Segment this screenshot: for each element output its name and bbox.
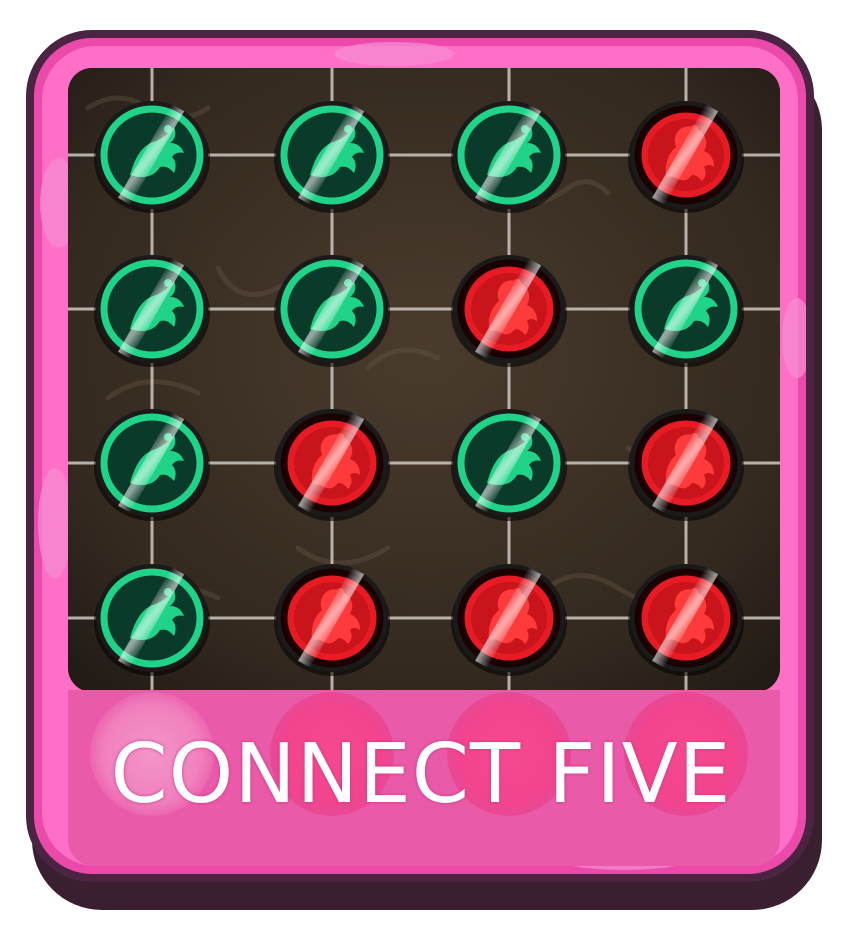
lion-emblem-icon bbox=[274, 409, 390, 521]
dragon-emblem-icon bbox=[628, 255, 744, 367]
frame-decoration bbox=[334, 42, 454, 66]
lion-emblem-icon bbox=[451, 564, 567, 676]
green-dragon-piece[interactable] bbox=[92, 403, 212, 523]
green-dragon-piece[interactable] bbox=[272, 249, 392, 369]
green-dragon-piece[interactable] bbox=[92, 95, 212, 215]
game-board[interactable] bbox=[68, 68, 780, 692]
red-lion-piece[interactable] bbox=[626, 95, 746, 215]
frame-decoration bbox=[782, 298, 806, 378]
game-title: CONNECT FIVE bbox=[110, 727, 732, 822]
lion-emblem-icon bbox=[628, 564, 744, 676]
green-dragon-piece[interactable] bbox=[626, 249, 746, 369]
lion-emblem-icon bbox=[451, 255, 567, 367]
lion-emblem-icon bbox=[274, 564, 390, 676]
dragon-emblem-icon bbox=[94, 255, 210, 367]
red-lion-piece[interactable] bbox=[272, 403, 392, 523]
red-lion-piece[interactable] bbox=[272, 558, 392, 678]
red-lion-piece[interactable] bbox=[449, 249, 569, 369]
dragon-emblem-icon bbox=[451, 409, 567, 521]
green-dragon-piece[interactable] bbox=[92, 558, 212, 678]
green-dragon-piece[interactable] bbox=[272, 95, 392, 215]
lion-emblem-icon bbox=[628, 101, 744, 213]
green-dragon-piece[interactable] bbox=[449, 403, 569, 523]
frame-decoration bbox=[38, 468, 72, 578]
dragon-emblem-icon bbox=[451, 101, 567, 213]
dragon-emblem-icon bbox=[94, 101, 210, 213]
red-lion-piece[interactable] bbox=[626, 403, 746, 523]
green-dragon-piece[interactable] bbox=[449, 95, 569, 215]
red-lion-piece[interactable] bbox=[626, 558, 746, 678]
dragon-emblem-icon bbox=[94, 564, 210, 676]
dragon-emblem-icon bbox=[274, 255, 390, 367]
dragon-emblem-icon bbox=[274, 101, 390, 213]
lion-emblem-icon bbox=[628, 409, 744, 521]
green-dragon-piece[interactable] bbox=[92, 249, 212, 369]
red-lion-piece[interactable] bbox=[449, 558, 569, 678]
dragon-emblem-icon bbox=[94, 409, 210, 521]
